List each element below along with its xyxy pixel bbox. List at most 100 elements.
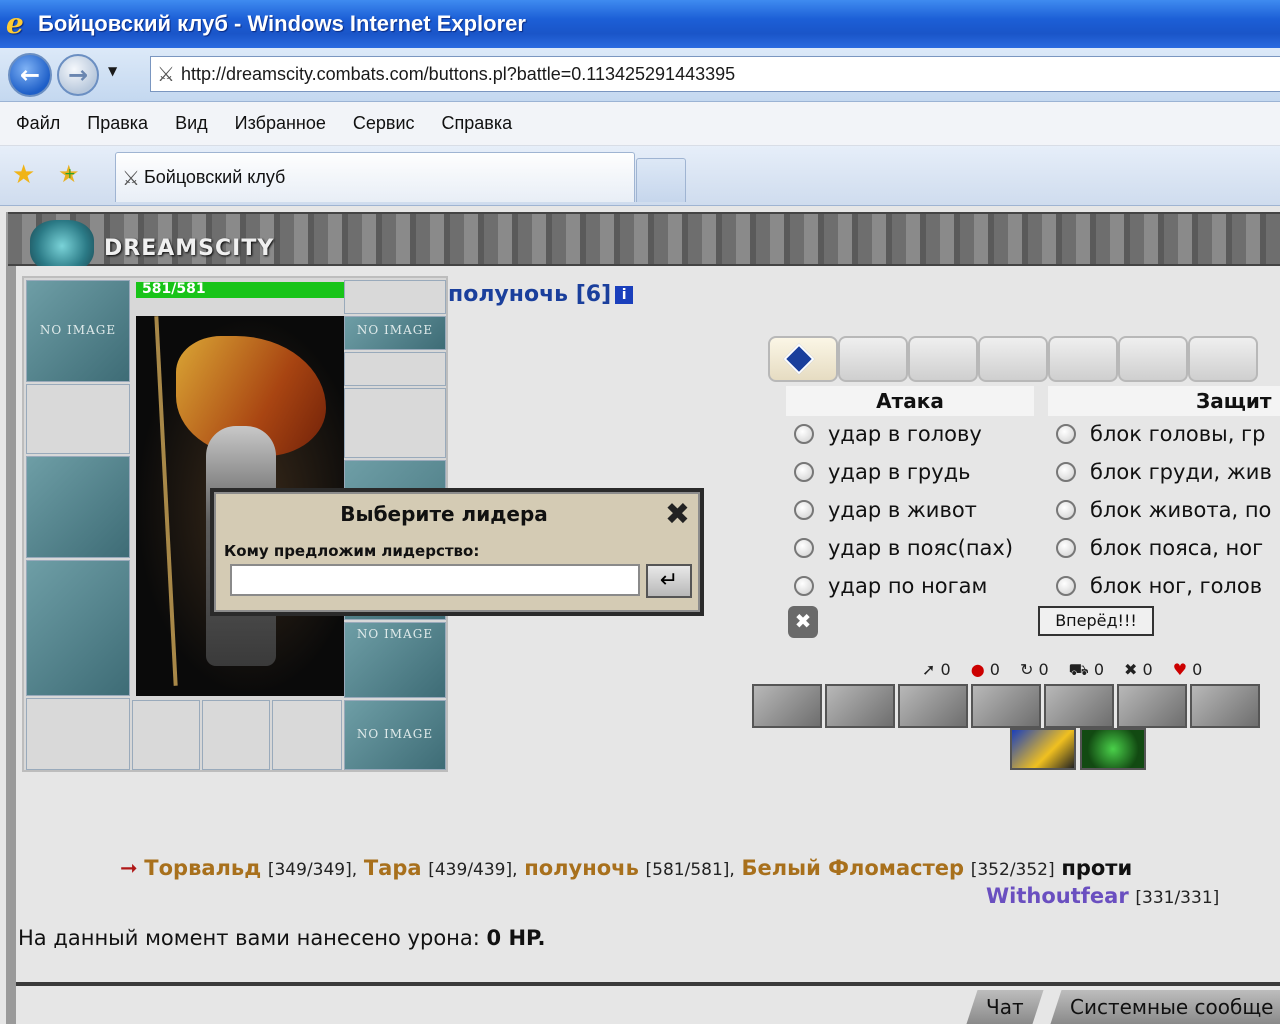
special-skills [1010, 728, 1150, 770]
frame-edge [6, 212, 16, 1024]
no-image-label: NO IMAGE [356, 727, 434, 741]
menu-edit[interactable]: Правка [87, 113, 148, 134]
skill-slot-4[interactable] [971, 684, 1041, 728]
weapon-slot[interactable] [26, 456, 130, 558]
belt-slot[interactable] [26, 698, 130, 770]
chat-tab[interactable]: Чат [966, 990, 1044, 1024]
add-favorite-icon[interactable]: ★ + [58, 160, 80, 188]
ally-name[interactable]: Тара [364, 856, 422, 880]
ally-name[interactable]: Белый Фломастер [742, 856, 965, 880]
bag-slot-3[interactable] [272, 700, 342, 770]
scroll-tab-2[interactable] [838, 336, 908, 382]
back-button[interactable]: ← [8, 53, 52, 97]
character-name[interactable]: полуночь [6] i [448, 282, 634, 307]
attack-option-waist[interactable]: удар в пояс(пах) [794, 536, 1013, 560]
skill-slot-1[interactable] [752, 684, 822, 728]
radio-button[interactable] [1056, 576, 1076, 596]
attack-header: Атака [786, 386, 1034, 416]
armor-slot[interactable] [26, 560, 130, 696]
necklace-slot[interactable]: NO IMAGE [344, 316, 446, 350]
enemy-name[interactable]: Withoutfear [986, 884, 1129, 908]
attack-option-head[interactable]: удар в голову [794, 422, 982, 446]
menu-tools[interactable]: Сервис [353, 113, 415, 134]
bracers-slot[interactable] [26, 384, 130, 454]
radio-button[interactable] [794, 576, 814, 596]
stat-counters: ➚ 0 ● 0 ↻ 0 ⛟ 0 ✖ 0 ♥ 0 [922, 660, 1222, 681]
extra-slot[interactable]: NO IMAGE [344, 700, 446, 770]
crossed-swords-icon: ⚔ [157, 62, 175, 86]
block-option-chest[interactable]: блок груди, жив [1056, 460, 1272, 484]
radio-button[interactable] [1056, 538, 1076, 558]
radio-button[interactable] [1056, 424, 1076, 444]
block-option-waist[interactable]: блок пояса, ног [1056, 536, 1263, 560]
radio-button[interactable] [794, 500, 814, 520]
character-name-text[interactable]: полуночь [6] [448, 282, 611, 307]
menu-view[interactable]: Вид [175, 113, 208, 134]
scroll-tab-7[interactable] [1188, 336, 1258, 382]
menu-file[interactable]: Файл [16, 113, 60, 134]
info-icon[interactable]: i [615, 286, 634, 304]
helmet-slot[interactable]: NO IMAGE [26, 280, 130, 382]
cancel-icon[interactable]: ✖ [788, 606, 818, 638]
skill-slot-6[interactable] [1117, 684, 1187, 728]
block-option-head[interactable]: блок головы, гр [1056, 422, 1265, 446]
attack-option-chest[interactable]: удар в грудь [794, 460, 971, 484]
rings-slot[interactable] [344, 352, 446, 386]
damage-prefix: На данный момент вами нанесено урона: [18, 926, 487, 950]
close-icon[interactable]: ✖ [665, 500, 690, 530]
gloves-slot[interactable] [344, 388, 446, 458]
site-logo: DREAMSCITY [104, 236, 275, 261]
attack-option-legs[interactable]: удар по ногам [794, 574, 987, 598]
forward-attack-button[interactable]: Вперёд!!! [1038, 606, 1154, 636]
scroll-tab-1[interactable] [768, 336, 838, 382]
block-option-belly[interactable]: блок живота, по [1056, 498, 1271, 522]
stat-heart: ♥ 0 [1172, 660, 1203, 679]
history-dropdown-icon[interactable]: ▼ [108, 64, 117, 78]
radio-button[interactable] [1056, 462, 1076, 482]
favorites-star-icon[interactable]: ★ [12, 160, 35, 190]
stat-block: ⛟ 0 [1068, 660, 1105, 679]
skill-slot-7[interactable] [1190, 684, 1260, 728]
dialog-label: Кому предложим лидерство: [224, 542, 480, 560]
option-label: блок ног, голов [1090, 574, 1263, 598]
ally-name[interactable]: Торвальд [144, 856, 261, 880]
bag-slot-1[interactable] [132, 700, 200, 770]
leader-name-input[interactable] [230, 564, 640, 596]
block-option-legs[interactable]: блок ног, голов [1056, 574, 1262, 598]
special-skill-2[interactable] [1080, 728, 1146, 770]
special-skill-1[interactable] [1010, 728, 1076, 770]
boots-slot[interactable]: NO IMAGE [344, 622, 446, 698]
menu-help[interactable]: Справка [442, 113, 513, 134]
address-bar[interactable]: ⚔ http://dreamscity.combats.com/buttons.… [150, 56, 1280, 92]
bag-slot-2[interactable] [202, 700, 270, 770]
scroll-tab-6[interactable] [1118, 336, 1188, 382]
stat-hit: ➚ 0 [922, 660, 951, 679]
system-messages-tab[interactable]: Системные сообще [1050, 990, 1280, 1024]
option-label: удар в живот [828, 498, 977, 522]
hp-bar: 581/581 [136, 281, 344, 298]
scroll-tab-5[interactable] [1048, 336, 1118, 382]
skill-slot-3[interactable] [898, 684, 968, 728]
earrings-slot[interactable] [344, 280, 446, 314]
option-label: блок груди, жив [1090, 460, 1272, 484]
radio-button[interactable] [794, 424, 814, 444]
new-tab-button[interactable] [636, 158, 686, 202]
radio-button[interactable] [794, 462, 814, 482]
dialog-title: Выберите лидера [340, 502, 548, 526]
submit-enter-button[interactable]: ↵ [646, 564, 692, 598]
skill-slot-2[interactable] [825, 684, 895, 728]
damage-value: 0 HP. [486, 926, 546, 950]
menu-favorites[interactable]: Избранное [235, 113, 326, 134]
radio-button[interactable] [794, 538, 814, 558]
battle-area: NO IMAGE 581/581 NO IMAGE NO IMAGE NO IM… [16, 266, 1280, 1024]
forward-button[interactable]: → [57, 54, 99, 96]
scroll-tab-3[interactable] [908, 336, 978, 382]
scroll-tab-4[interactable] [978, 336, 1048, 382]
tab-active[interactable]: ⚔ Бойцовский клуб [115, 152, 635, 202]
ally-name[interactable]: полуночь [524, 856, 639, 880]
skill-slot-5[interactable] [1044, 684, 1114, 728]
radio-button[interactable] [1056, 500, 1076, 520]
menu-bar: Файл Правка Вид Избранное Сервис Справка [0, 102, 1280, 146]
address-url[interactable]: http://dreamscity.combats.com/buttons.pl… [181, 64, 735, 85]
attack-option-belly[interactable]: удар в живот [794, 498, 977, 522]
